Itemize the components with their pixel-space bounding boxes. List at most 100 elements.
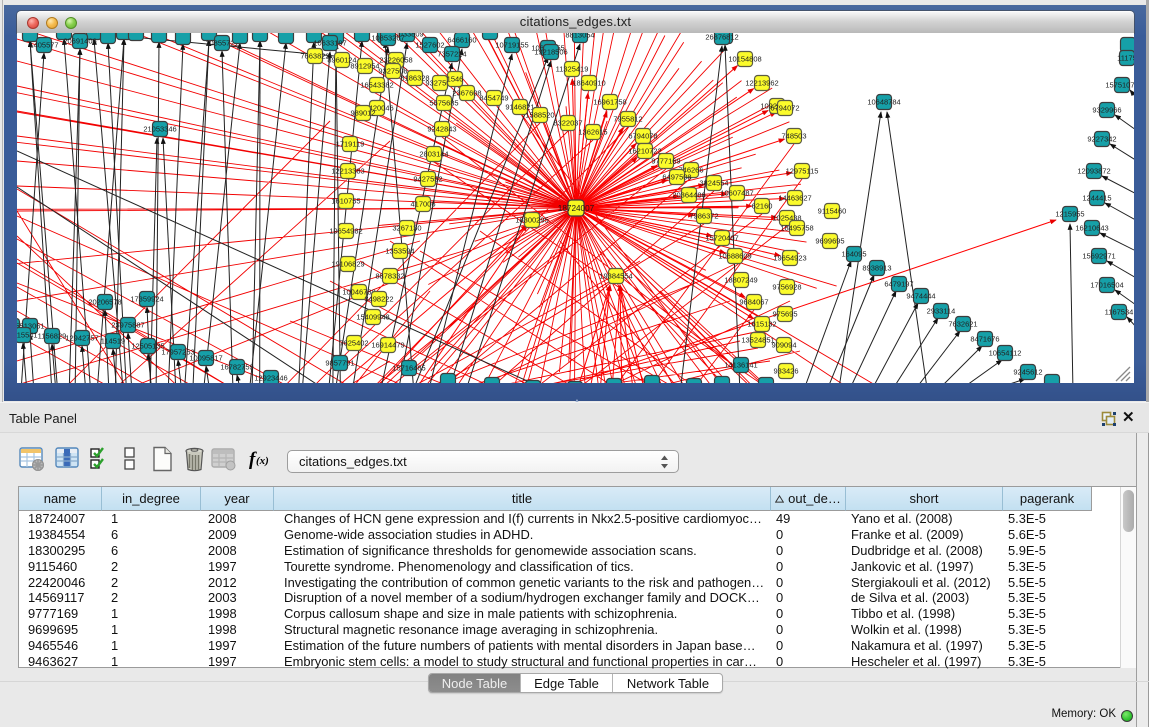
svg-text:6794078: 6794078 bbox=[628, 132, 657, 141]
svg-text:6497508: 6497508 bbox=[662, 173, 691, 182]
svg-text:12093872: 12093872 bbox=[1077, 167, 1110, 176]
svg-text:16961758: 16961758 bbox=[593, 98, 626, 107]
svg-text:1405577: 1405577 bbox=[29, 41, 58, 50]
svg-text:10853267: 10853267 bbox=[371, 34, 404, 43]
svg-text:8813054: 8813054 bbox=[565, 33, 594, 40]
svg-text:13524851: 13524851 bbox=[741, 336, 774, 345]
svg-text:3267130: 3267130 bbox=[392, 224, 421, 233]
svg-text:20206578: 20206578 bbox=[88, 298, 121, 307]
svg-text:19654923: 19654923 bbox=[773, 254, 806, 263]
svg-text:6466160: 6466160 bbox=[447, 36, 476, 45]
svg-text:1156829: 1156829 bbox=[38, 332, 67, 341]
svg-text:14463627: 14463627 bbox=[778, 194, 811, 203]
svg-text:1215955: 1215955 bbox=[1055, 210, 1084, 219]
svg-text:5675685: 5675685 bbox=[429, 99, 458, 108]
svg-text:10688609: 10688609 bbox=[718, 252, 751, 261]
svg-text:1527602: 1527602 bbox=[415, 41, 444, 50]
svg-text:7986372: 7986372 bbox=[689, 212, 718, 221]
svg-text:975695: 975695 bbox=[772, 310, 797, 319]
svg-text:21053346: 21053346 bbox=[143, 125, 176, 134]
svg-text:10607487: 10607487 bbox=[720, 189, 753, 198]
svg-text:9427552: 9427552 bbox=[413, 175, 442, 184]
svg-text:989012: 989012 bbox=[350, 109, 375, 118]
svg-text:909094: 909094 bbox=[771, 341, 796, 350]
svg-text:10648784: 10648784 bbox=[867, 98, 900, 107]
svg-text:9115460: 9115460 bbox=[818, 207, 847, 216]
svg-text:417006: 417006 bbox=[410, 200, 435, 209]
svg-text:1719119: 1719119 bbox=[336, 140, 365, 149]
svg-text:1588520: 1588520 bbox=[525, 111, 554, 120]
svg-text:164095: 164095 bbox=[841, 250, 866, 259]
svg-text:1615132: 1615132 bbox=[747, 320, 776, 329]
svg-text:12975115: 12975115 bbox=[786, 167, 819, 176]
svg-text:1362615: 1362615 bbox=[578, 128, 607, 137]
svg-text:18807249: 18807249 bbox=[724, 276, 757, 285]
svg-text:19384554: 19384554 bbox=[599, 272, 632, 281]
svg-text:9857791: 9857791 bbox=[325, 359, 354, 368]
svg-text:9242843: 9242843 bbox=[427, 125, 456, 134]
svg-text:14136141: 14136141 bbox=[724, 361, 757, 370]
svg-text:9245612: 9245612 bbox=[1013, 368, 1042, 377]
svg-text:6794072: 6794072 bbox=[770, 104, 799, 113]
svg-text:2933114: 2933114 bbox=[927, 307, 956, 316]
svg-text:7357224: 7357224 bbox=[437, 50, 466, 59]
svg-text:19106829: 19106829 bbox=[331, 260, 364, 269]
svg-text:10719155: 10719155 bbox=[495, 41, 528, 50]
svg-text:12942757: 12942757 bbox=[65, 334, 98, 343]
svg-text:20364486: 20364486 bbox=[672, 191, 705, 200]
svg-text:1546: 1546 bbox=[447, 75, 464, 84]
svg-text:23975887: 23975887 bbox=[111, 321, 144, 330]
svg-text:9699695: 9699695 bbox=[815, 237, 844, 246]
svg-text:2803144: 2803144 bbox=[419, 150, 448, 159]
svg-text:9777169: 9777169 bbox=[651, 157, 680, 166]
svg-text:16782759: 16782759 bbox=[220, 363, 253, 372]
svg-text:3498222: 3498222 bbox=[364, 295, 393, 304]
svg-text:12505135: 12505135 bbox=[131, 342, 164, 351]
svg-text:62160: 62160 bbox=[752, 202, 773, 211]
svg-text:8471676: 8471676 bbox=[970, 335, 999, 344]
svg-text:12213962: 12213962 bbox=[745, 79, 778, 88]
svg-text:11175: 11175 bbox=[1117, 54, 1134, 63]
svg-text:7625402: 7625402 bbox=[339, 339, 368, 348]
svg-text:11325419: 11325419 bbox=[556, 65, 589, 74]
svg-text:9227342: 9227342 bbox=[1087, 135, 1116, 144]
svg-text:7955812: 7955812 bbox=[613, 115, 642, 124]
svg-text:15409948: 15409948 bbox=[356, 313, 389, 322]
svg-text:17359924: 17359924 bbox=[130, 295, 163, 304]
svg-text:3824554: 3824554 bbox=[699, 179, 728, 188]
svg-text:16543382: 16543382 bbox=[360, 81, 393, 90]
svg-text:1353594: 1353594 bbox=[385, 247, 414, 256]
svg-text:10154808: 10154808 bbox=[728, 55, 761, 64]
svg-text:1167534: 1167534 bbox=[1105, 308, 1134, 317]
svg-text:114519: 114519 bbox=[101, 337, 125, 346]
svg-text:1610755: 1610755 bbox=[331, 197, 360, 206]
svg-text:18495758: 18495758 bbox=[780, 224, 813, 233]
svg-text:(x): (x) bbox=[256, 455, 269, 467]
svg-text:9329966: 9329966 bbox=[1092, 106, 1121, 115]
svg-text:10095817: 10095817 bbox=[189, 354, 222, 363]
svg-text:10654112: 10654112 bbox=[989, 349, 1022, 358]
svg-text:10633197: 10633197 bbox=[313, 39, 346, 48]
svg-text:16210643: 16210643 bbox=[1075, 224, 1108, 233]
svg-text:9756928: 9756928 bbox=[772, 283, 801, 292]
svg-text:9315541: 9315541 bbox=[17, 331, 38, 340]
svg-text:1244415: 1244415 bbox=[1082, 194, 1111, 203]
svg-text:12923446: 12923446 bbox=[254, 374, 287, 383]
svg-text:17016504: 17016504 bbox=[1090, 281, 1123, 290]
svg-text:15716485: 15716485 bbox=[392, 364, 425, 373]
svg-text:9684067: 9684067 bbox=[739, 298, 768, 307]
svg-text:18724007: 18724007 bbox=[558, 204, 595, 213]
svg-text:18300295: 18300295 bbox=[515, 216, 548, 225]
svg-text:748503: 748503 bbox=[781, 132, 806, 141]
svg-text:19654982: 19654982 bbox=[329, 227, 362, 236]
svg-text:7632621: 7632621 bbox=[948, 320, 977, 329]
svg-text:2367608: 2367608 bbox=[452, 89, 481, 98]
svg-text:7663822: 7663822 bbox=[300, 52, 329, 61]
svg-text:16914479: 16914479 bbox=[371, 341, 404, 350]
svg-text:9474444: 9474444 bbox=[906, 292, 935, 301]
svg-text:8878332: 8878332 bbox=[375, 272, 404, 281]
svg-text:26876812: 26876812 bbox=[705, 33, 738, 42]
svg-text:12213383: 12213383 bbox=[331, 167, 364, 176]
svg-text:19218506: 19218506 bbox=[534, 48, 567, 57]
svg-text:15692971: 15692971 bbox=[1082, 252, 1115, 261]
